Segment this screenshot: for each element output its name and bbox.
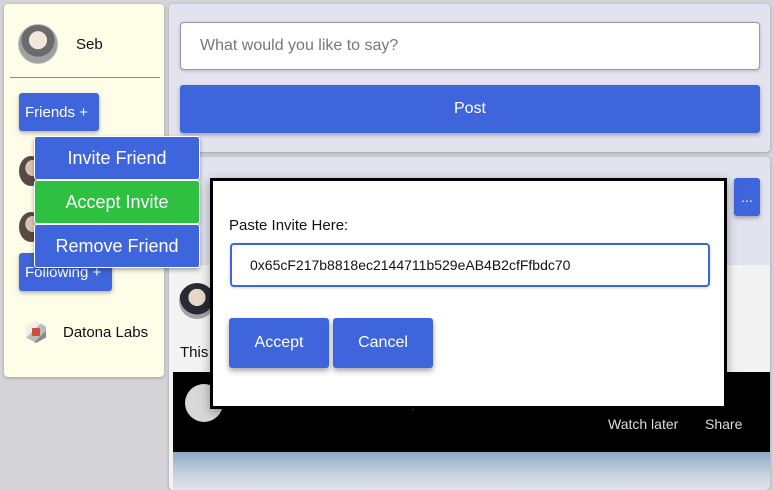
invite-friend-menu-item[interactable]: Invite Friend: [34, 136, 200, 180]
watch-later-button[interactable]: Watch later: [608, 416, 678, 432]
accept-invite-dialog: Paste Invite Here: Accept Cancel: [210, 178, 727, 409]
profile-name: Seb: [76, 35, 103, 53]
profile[interactable]: Seb: [18, 24, 103, 64]
post-composer: Post: [169, 4, 770, 152]
datona-logo-icon: [22, 318, 50, 346]
accept-invite-menu-item[interactable]: Accept Invite: [34, 180, 200, 224]
profile-avatar: [18, 24, 58, 64]
invite-input[interactable]: [230, 243, 710, 287]
more-options-button[interactable]: ...: [734, 178, 760, 216]
video-thumbnail: [173, 452, 770, 490]
accept-button[interactable]: Accept: [229, 318, 329, 368]
post-input[interactable]: [180, 22, 760, 70]
share-button[interactable]: Share: [705, 416, 742, 432]
org-name: Datona Labs: [63, 323, 149, 341]
cancel-button[interactable]: Cancel: [333, 318, 433, 368]
sidebar-divider: [10, 77, 160, 78]
friends-button[interactable]: Friends +: [19, 93, 99, 131]
invite-input-label: Paste Invite Here:: [229, 217, 349, 234]
post-text: This: [180, 344, 209, 361]
remove-friend-menu-item[interactable]: Remove Friend: [34, 224, 200, 268]
post-button[interactable]: Post: [180, 85, 760, 133]
following-item-datona-labs[interactable]: Datona Labs: [22, 318, 148, 346]
